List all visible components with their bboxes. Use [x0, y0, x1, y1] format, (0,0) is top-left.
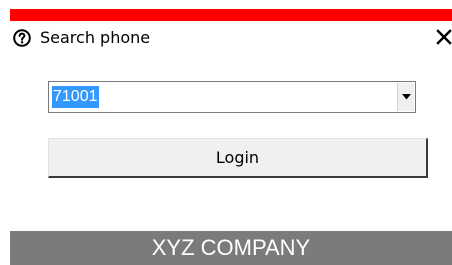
dialog-title: Search phone — [40, 28, 151, 47]
company-footer: XYZ COMPANY — [10, 231, 452, 265]
dialog-header: Search phone — [10, 26, 452, 54]
search-phone-window: Search phone 71001 Login XYZ COMPANY — [0, 0, 452, 265]
close-icon[interactable] — [436, 29, 452, 45]
accent-bar — [10, 9, 452, 21]
login-button[interactable]: Login — [48, 138, 428, 178]
help-icon[interactable] — [13, 29, 31, 47]
chevron-down-icon — [402, 94, 411, 100]
dropdown-button[interactable] — [397, 83, 414, 111]
phone-select-value[interactable]: 71001 — [52, 86, 99, 108]
phone-select[interactable]: 71001 — [48, 81, 416, 113]
